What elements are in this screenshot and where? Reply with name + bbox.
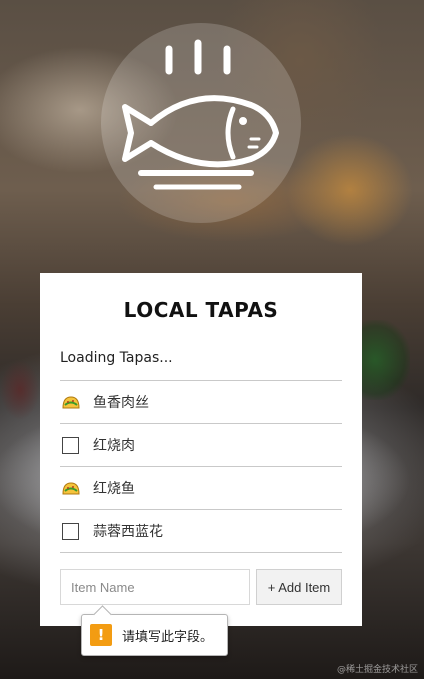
add-item-button[interactable]: + Add Item — [256, 569, 342, 605]
tapas-list: 鱼香肉丝 红烧肉 红烧鱼 蒜蓉西蓝花 — [60, 381, 342, 553]
fish-logo-icon — [122, 39, 279, 190]
list-item-label: 红烧鱼 — [93, 481, 135, 497]
list-item-label: 红烧肉 — [93, 438, 135, 454]
taco-emoji-icon[interactable] — [61, 478, 81, 498]
page-title: LOCAL TAPAS — [123, 298, 279, 322]
watermark: @稀土掘金技术社区 — [336, 665, 418, 675]
tapas-card: LOCAL TAPAS Loading Tapas... 鱼香肉丝 红烧肉 红烧… — [40, 273, 362, 626]
loading-status: Loading Tapas... — [60, 347, 342, 381]
item-name-input[interactable] — [60, 569, 250, 605]
taco-emoji-icon[interactable] — [61, 392, 81, 412]
warning-icon: ! — [90, 624, 112, 646]
checkbox-icon[interactable] — [62, 436, 79, 454]
list-item[interactable]: 蒜蓉西蓝花 — [60, 510, 342, 553]
add-item-form: + Add Item — [60, 569, 342, 605]
list-item-label: 蒜蓉西蓝花 — [93, 524, 163, 540]
list-item-label: 鱼香肉丝 — [93, 395, 149, 411]
list-item[interactable]: 鱼香肉丝 — [60, 381, 342, 424]
validation-message: 请填写此字段。 — [122, 629, 214, 645]
background-detail — [0, 360, 40, 420]
list-item[interactable]: 红烧肉 — [60, 424, 342, 467]
list-item[interactable]: 红烧鱼 — [60, 467, 342, 510]
checkbox-icon[interactable] — [62, 522, 79, 540]
validation-tooltip: ! 请填写此字段。 — [81, 614, 228, 656]
